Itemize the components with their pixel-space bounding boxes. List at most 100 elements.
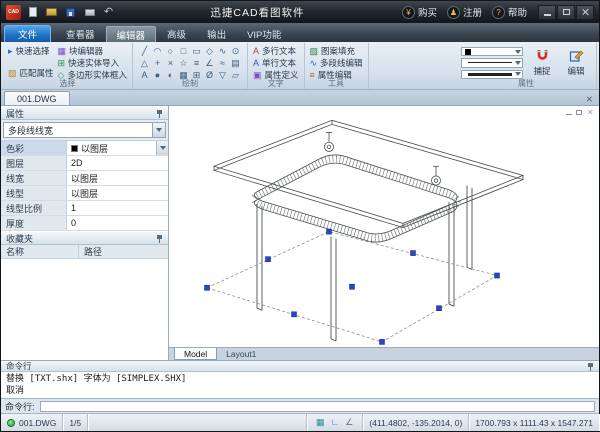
save-button[interactable] <box>63 5 78 20</box>
restore-icon[interactable] <box>576 110 582 115</box>
entity-window-select-button[interactable]: ⊞快速实体导入 <box>58 57 127 69</box>
buy-button[interactable]: ¥ 购买 <box>402 5 437 19</box>
group-label-text: 文字 <box>248 79 304 89</box>
tab-vip[interactable]: VIP功能 <box>237 26 291 42</box>
property-row-thickness[interactable]: 厚度 0 <box>1 216 168 231</box>
main-area: 属性 多段线线宽 色彩 以图层 图层 2D 线宽 以图层 <box>1 106 599 360</box>
new-file-button[interactable] <box>25 5 40 20</box>
property-row-lineweight[interactable]: 线宽 以图层 <box>1 171 168 186</box>
print-button[interactable] <box>82 5 97 20</box>
save-icon <box>66 8 75 17</box>
draw-tool-icon[interactable]: ∠ <box>203 57 216 69</box>
quick-select-button[interactable]: ▸快速选择 <box>8 45 54 57</box>
draw-tool-icon[interactable]: □ <box>177 45 190 57</box>
pin-icon[interactable] <box>156 234 163 243</box>
dropdown-arrow-button[interactable] <box>152 123 165 137</box>
color-combo[interactable] <box>461 47 523 56</box>
mtext-button[interactable]: A多行文本 <box>253 45 299 57</box>
cad-logo-icon: CAD <box>6 5 21 20</box>
favorites-path-column[interactable]: 路径 <box>79 245 168 258</box>
draw-tool-icon[interactable]: + <box>151 57 164 69</box>
linetype-combo[interactable] <box>461 58 523 67</box>
entity-type-selector[interactable]: 多段线线宽 <box>3 122 166 138</box>
layout-tab-bar: Model Layout1 <box>169 347 599 360</box>
grid-toggle-icon[interactable]: ▦ <box>316 418 325 427</box>
match-properties-button[interactable]: ▧匹配属性 <box>8 67 54 79</box>
close-document-button[interactable] <box>582 92 596 105</box>
tab-editor[interactable]: 编辑器 <box>106 26 157 42</box>
draw-tool-icon[interactable]: ◠ <box>151 45 164 57</box>
draw-tool-icon[interactable]: ☆ <box>177 57 190 69</box>
tab-model[interactable]: Model <box>174 348 217 360</box>
draw-tool-icon[interactable]: ⊙ <box>229 45 242 57</box>
property-row-linetype[interactable]: 线型 以图层 <box>1 186 168 201</box>
question-icon: ? <box>492 6 505 19</box>
favorites-name-column[interactable]: 名称 <box>1 245 79 258</box>
title-bar: CAD ↶ 迅捷CAD看图软件 ¥ 购买 ♟ 注册 ? 帮助 <box>1 1 599 23</box>
command-input[interactable] <box>40 401 595 412</box>
drawing-canvas[interactable] <box>169 106 599 347</box>
maximize-button[interactable] <box>557 5 575 20</box>
file-menu-button[interactable]: 文件 <box>4 25 51 42</box>
ribbon-group-text: A多行文本 A单行文本 ▣属性定义 文字 <box>248 43 305 89</box>
tab-output[interactable]: 输出 <box>197 26 236 42</box>
polyline-edit-button[interactable]: ∿多段线编辑 <box>310 57 363 69</box>
window-title: 迅捷CAD看图软件 <box>120 5 395 20</box>
status-coordinates: (411.4802, -135.2014, 0) <box>363 414 469 431</box>
close-icon[interactable] <box>587 109 593 115</box>
draw-tool-icon[interactable]: ≡ <box>190 57 203 69</box>
status-bar: 001.DWG 1/5 ▦ ∟ ∠ (411.4802, -135.2014, … <box>1 414 599 431</box>
command-log-line: 替换 [TXT.shx] 字体为 [SIMPLEX.SHX] <box>6 373 594 385</box>
minimize-button[interactable] <box>538 5 556 20</box>
draw-tool-icon[interactable]: ○ <box>164 45 177 57</box>
document-tab[interactable]: 001.DWG <box>4 91 70 105</box>
selection-grips[interactable] <box>205 229 500 344</box>
command-panel-header: 命令行 <box>1 360 599 372</box>
block-editor-button[interactable]: ▦块编辑器 <box>58 45 127 57</box>
undo-button[interactable]: ↶ <box>101 5 116 20</box>
quick-select-icon: ▸ <box>8 47 13 56</box>
snap-button[interactable]: 捕捉 <box>527 45 557 79</box>
property-row-layer[interactable]: 图层 2D <box>1 156 168 171</box>
draw-tool-icon[interactable]: ▤ <box>229 57 242 69</box>
lineweight-combo[interactable] <box>461 70 523 79</box>
text-button[interactable]: A单行文本 <box>253 57 299 69</box>
draw-tool-icon[interactable]: ▭ <box>190 45 203 57</box>
minimize-icon[interactable] <box>566 114 572 115</box>
new-file-icon <box>29 7 37 17</box>
status-dimensions: 1700.793 x 1111.43 x 1547.271 <box>469 414 599 431</box>
ortho-toggle-icon[interactable]: ∟ <box>330 418 339 427</box>
open-folder-icon <box>46 8 57 16</box>
dropdown-arrow-button[interactable] <box>156 141 168 155</box>
tab-viewer[interactable]: 查看器 <box>56 26 105 42</box>
draw-tool-icon[interactable]: ≈ <box>216 57 229 69</box>
property-row-ltscale[interactable]: 线型比例 1 <box>1 201 168 216</box>
magnet-icon <box>535 48 550 63</box>
status-page: 1/5 <box>63 414 88 431</box>
pin-icon[interactable] <box>156 109 163 118</box>
file-status-icon <box>7 419 15 427</box>
chevron-down-icon <box>160 146 166 150</box>
tab-advanced[interactable]: 高级 <box>157 26 196 42</box>
help-button[interactable]: ? 帮助 <box>492 5 527 19</box>
tab-layout1[interactable]: Layout1 <box>217 348 265 360</box>
status-spacer <box>88 414 307 431</box>
pin-icon[interactable] <box>587 362 594 371</box>
print-icon <box>85 9 95 16</box>
draw-tool-icon[interactable]: ∿ <box>216 45 229 57</box>
draw-tool-icon[interactable]: × <box>164 57 177 69</box>
edit-button[interactable]: 编辑 <box>561 45 591 79</box>
snap-toggle-icon[interactable]: ∠ <box>345 418 353 427</box>
hatch-button[interactable]: ▨图案填充 <box>310 45 363 57</box>
draw-tool-icon[interactable]: ◇ <box>203 45 216 57</box>
ribbon-group-draw: ╱◠○□▭◇∿⊙△+×☆≡∠≈▤A●◐▦⊞Ø▽▱ 绘制 <box>133 43 248 89</box>
draw-tool-icon[interactable]: △ <box>138 57 151 69</box>
draw-tool-icon[interactable]: ╱ <box>138 45 151 57</box>
command-log[interactable]: 替换 [TXT.shx] 字体为 [SIMPLEX.SHX] 取消 <box>1 372 599 399</box>
command-prompt-label: 命令行: <box>5 400 35 413</box>
open-file-button[interactable] <box>44 5 59 20</box>
register-button[interactable]: ♟ 注册 <box>447 5 482 19</box>
close-button[interactable] <box>576 5 594 20</box>
property-row-color[interactable]: 色彩 以图层 <box>1 141 168 156</box>
favorites-list[interactable] <box>1 259 168 360</box>
